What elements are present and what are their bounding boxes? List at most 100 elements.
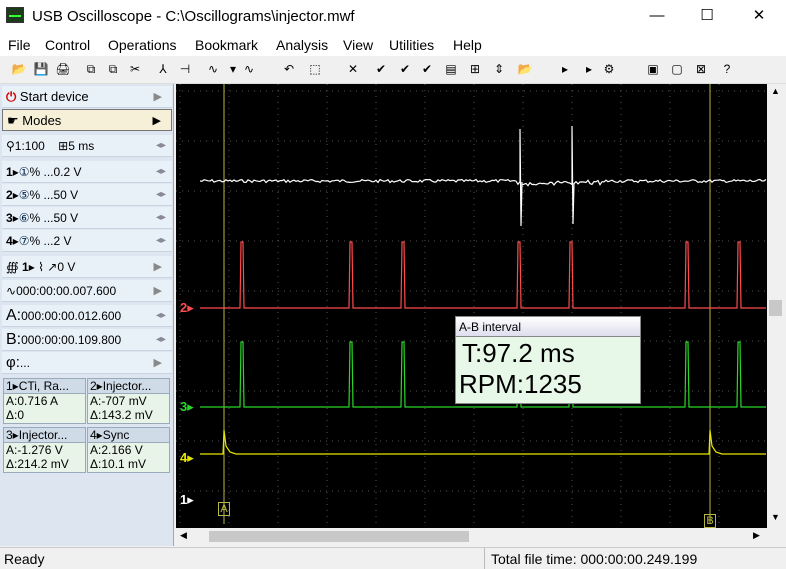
delete-icon[interactable]: ✕ bbox=[344, 60, 362, 78]
menu-help[interactable]: Help bbox=[453, 37, 482, 53]
scroll-down-icon[interactable]: ▼ bbox=[771, 512, 780, 522]
trigger-channel: 1 bbox=[22, 260, 29, 274]
zoom-timebase-row[interactable]: ⚲1:100 ⊞5 ms ◂▸ bbox=[2, 135, 172, 157]
vertical-scrollbar[interactable]: ▲ ▼ bbox=[767, 84, 784, 528]
channel-4-marker[interactable]: 4▸ bbox=[180, 450, 194, 466]
zoom-icon: ⚲ bbox=[6, 139, 15, 153]
zoom-icon[interactable]: ⬚ bbox=[306, 60, 324, 78]
filter-icon[interactable]: ∿ bbox=[240, 60, 258, 78]
probe-icon: ⑤ bbox=[18, 188, 30, 202]
channel-2-marker[interactable]: 2▸ bbox=[180, 300, 194, 316]
channel-number: 1 bbox=[6, 165, 13, 179]
save-icon[interactable]: 💾 bbox=[32, 60, 50, 78]
measure-a-value: A:0.716 A bbox=[6, 394, 59, 408]
step-icon[interactable]: ▸ bbox=[580, 60, 598, 78]
cursor-a-marker[interactable]: A bbox=[218, 502, 230, 516]
trigger-icon: ∰ bbox=[6, 260, 19, 274]
folder-icon[interactable]: 📂 bbox=[516, 60, 534, 78]
image-icon[interactable]: ▣ bbox=[644, 60, 662, 78]
check2-icon[interactable]: ✔ bbox=[396, 60, 414, 78]
scale-icon[interactable]: ⇕ bbox=[490, 60, 508, 78]
ab-interval-popup[interactable]: A-B interval T:97.2 ms RPM:1235 bbox=[455, 316, 641, 404]
check3-icon[interactable]: ✔ bbox=[418, 60, 436, 78]
status-bar: Ready Total file time: 000:00:00.249.199 bbox=[0, 547, 786, 569]
phase-row[interactable]: φ:... ▶ bbox=[2, 352, 172, 374]
doc-icon[interactable]: ▤ bbox=[442, 60, 460, 78]
dc-coupling-icon: % bbox=[29, 234, 41, 248]
menu-control[interactable]: Control bbox=[45, 37, 90, 53]
waveform-canvas[interactable] bbox=[176, 84, 767, 528]
print-icon[interactable]: 🖨 bbox=[54, 60, 72, 78]
channel-row-4[interactable]: 4▸⑦% ...2 V ◂▸ bbox=[2, 230, 172, 252]
scroll-up-icon[interactable]: ▲ bbox=[771, 86, 780, 96]
stepper-icon[interactable]: ◂▸ bbox=[156, 135, 166, 156]
settings-icon[interactable]: ⚙ bbox=[600, 60, 618, 78]
channel-row-1[interactable]: 1▸①% ...0.2 V ◂▸ bbox=[2, 161, 172, 183]
trigger-row[interactable]: ∰ 1▸ ⌇ ↗0 V ▶ bbox=[2, 256, 172, 278]
stepper-icon[interactable]: ◂▸ bbox=[156, 184, 166, 205]
cursor-a-row[interactable]: A:000:00:00.012.600 ◂▸ bbox=[2, 305, 172, 327]
channel-number: 3 bbox=[6, 211, 13, 225]
marker-icon[interactable]: ⊣ bbox=[176, 60, 194, 78]
vertical-scroll-thumb[interactable] bbox=[769, 300, 782, 316]
cursor-b-row[interactable]: B:000:00:00.109.800 ◂▸ bbox=[2, 329, 172, 351]
copy-icon[interactable]: ⧉ bbox=[82, 60, 100, 78]
help-icon[interactable]: ? bbox=[718, 60, 736, 78]
stepper-icon[interactable]: ◂▸ bbox=[156, 230, 166, 251]
modes-button[interactable]: ☛ Modes ▶ bbox=[2, 109, 172, 131]
stepper-icon[interactable]: ◂▸ bbox=[156, 305, 166, 326]
horizontal-scrollbar[interactable]: ◀ ▶ bbox=[176, 528, 767, 545]
channel-1-marker[interactable]: 1▸ bbox=[180, 492, 194, 508]
close-button[interactable]: ✕ bbox=[736, 0, 782, 32]
dc-coupling-icon: % bbox=[29, 188, 41, 202]
scroll-left-icon[interactable]: ◀ bbox=[180, 530, 187, 541]
measure-box-header: 4▸Sync bbox=[88, 428, 169, 443]
cursor-a-label: A: bbox=[6, 307, 22, 324]
channel-row-3[interactable]: 3▸⑥% ...50 V ◂▸ bbox=[2, 207, 172, 229]
probe-icon: ⑥ bbox=[18, 211, 30, 225]
open-icon[interactable]: 📂 bbox=[10, 60, 28, 78]
pretrigger-row[interactable]: ∿000:00:00.007.600 ▶ bbox=[2, 280, 172, 302]
menu-analysis[interactable]: Analysis bbox=[276, 37, 328, 53]
horizontal-scroll-thumb[interactable] bbox=[209, 531, 469, 542]
menu-bookmark[interactable]: Bookmark bbox=[195, 37, 258, 53]
grid-icon[interactable]: ⊞ bbox=[466, 60, 484, 78]
cursor-b-marker[interactable]: B bbox=[704, 514, 716, 528]
menu-view[interactable]: View bbox=[343, 37, 373, 53]
measure-box-3[interactable]: 3▸Injector... A:-1.276 V Δ:214.2 mV bbox=[3, 427, 86, 473]
stepper-icon[interactable]: ◂▸ bbox=[156, 161, 166, 182]
measure-delta-value: Δ:214.2 mV bbox=[6, 457, 69, 471]
undo-icon[interactable]: ↶ bbox=[280, 60, 298, 78]
control-panel: ⏻ Start device ▶ ☛ Modes ▶ ⚲1:100 ⊞5 ms … bbox=[0, 84, 174, 546]
measure-box-header: 2▸Injector... bbox=[88, 379, 169, 394]
clear-icon[interactable]: ⊠ bbox=[692, 60, 710, 78]
menu-operations[interactable]: Operations bbox=[108, 37, 176, 53]
status-text: Ready bbox=[4, 551, 45, 567]
minimize-button[interactable]: — bbox=[634, 0, 680, 32]
stepper-icon[interactable]: ◂▸ bbox=[156, 329, 166, 350]
play-icon[interactable]: ▸ bbox=[556, 60, 574, 78]
measure-icon[interactable]: ∿ bbox=[204, 60, 222, 78]
measure-box-2[interactable]: 2▸Injector... A:-707 mV Δ:143.2 mV bbox=[87, 378, 170, 424]
channel-row-2[interactable]: 2▸⑤% ...50 V ◂▸ bbox=[2, 184, 172, 206]
scroll-right-icon[interactable]: ▶ bbox=[753, 530, 760, 541]
edge-icon: ⌇ bbox=[38, 260, 44, 274]
timebase-icon: ⊞ bbox=[58, 139, 69, 153]
stepper-icon[interactable]: ◂▸ bbox=[156, 207, 166, 228]
wave-icon: ∿ bbox=[6, 284, 17, 298]
cut-icon[interactable]: ✂ bbox=[126, 60, 144, 78]
menu-file[interactable]: File bbox=[8, 37, 31, 53]
check-icon[interactable]: ✔ bbox=[372, 60, 390, 78]
maximize-button[interactable]: ☐ bbox=[684, 0, 730, 32]
paste-icon[interactable]: ⧉ bbox=[104, 60, 122, 78]
page-icon[interactable]: ▢ bbox=[668, 60, 686, 78]
level-icon: ↗ bbox=[47, 260, 58, 274]
cursor-icon[interactable]: ⅄ bbox=[154, 60, 172, 78]
menu-utilities[interactable]: Utilities bbox=[389, 37, 434, 53]
measure-box-4[interactable]: 4▸Sync A:2.166 V Δ:10.1 mV bbox=[87, 427, 170, 473]
start-device-button[interactable]: ⏻ Start device ▶ bbox=[2, 86, 172, 108]
trigger-level: 0 V bbox=[57, 260, 76, 274]
oscilloscope-display[interactable]: 2▸ 3▸ 4▸ 1▸ A B bbox=[176, 84, 767, 528]
channel-3-marker[interactable]: 3▸ bbox=[180, 399, 194, 415]
measure-box-1[interactable]: 1▸CTi, Ra... A:0.716 A Δ:0 bbox=[3, 378, 86, 424]
